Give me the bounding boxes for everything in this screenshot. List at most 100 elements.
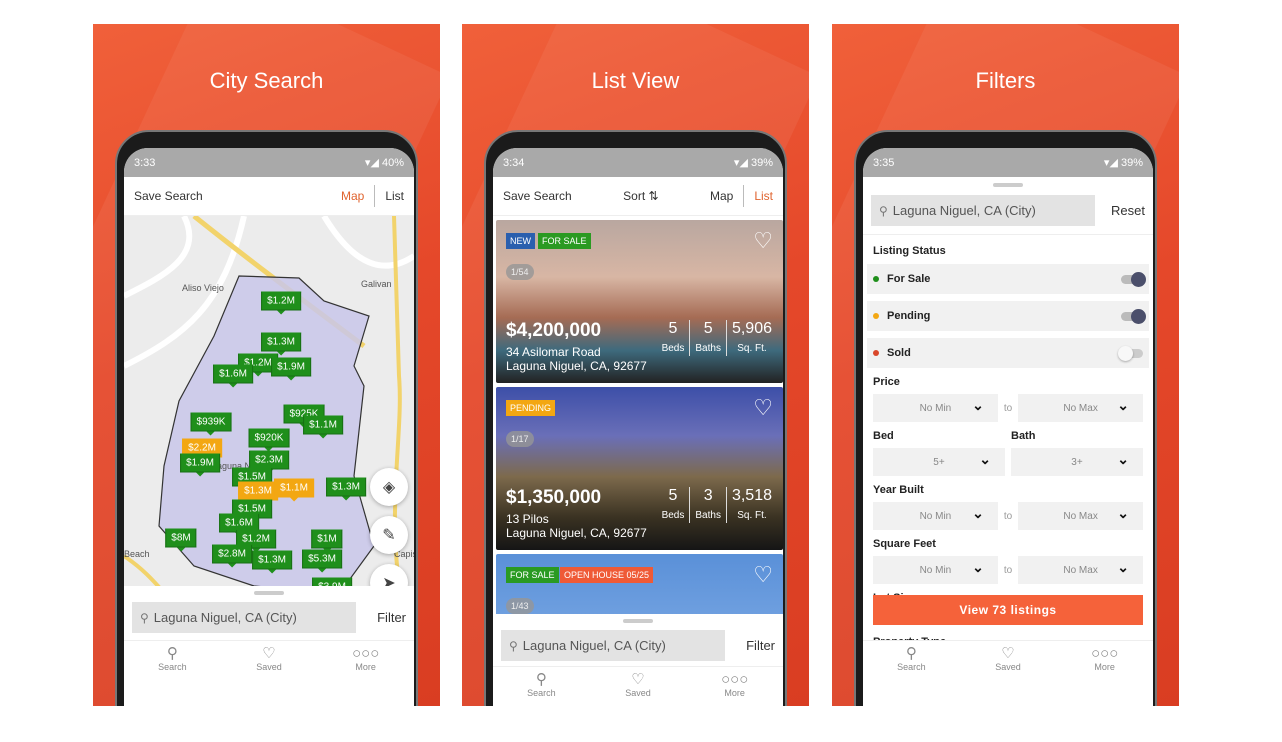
year-min-select[interactable]: No Min xyxy=(873,502,998,530)
battery: 39% xyxy=(750,157,773,169)
sort-button[interactable]: Sort ⇅ xyxy=(623,189,658,203)
sort-icon: ⇅ xyxy=(648,189,659,203)
map-price-pin[interactable]: $1.9M xyxy=(180,453,220,477)
price-min-select[interactable]: No Min xyxy=(873,394,998,422)
clock: 3:34 xyxy=(503,156,525,169)
search-icon: ⚲ xyxy=(166,645,178,662)
panel-filters: Filters 3:35 ▾◢ 39% ⚲ Laguna Niguel, CA (C… xyxy=(832,24,1179,706)
toggle-switch[interactable] xyxy=(1121,308,1146,324)
section-label: Bed xyxy=(873,430,894,442)
map-price-pin[interactable]: $1.9M xyxy=(271,357,311,381)
drag-handle[interactable] xyxy=(623,619,653,623)
toggle-switch[interactable] xyxy=(1121,271,1146,287)
map-price-pin[interactable]: $8M xyxy=(165,528,197,552)
map-price-pin[interactable]: $1.2M xyxy=(261,291,301,315)
map-view[interactable]: Aliso Viejo Galivan Laguna N Beach Capis… xyxy=(124,216,414,613)
map-label: Galivan xyxy=(361,279,392,289)
map-price-pin[interactable]: $5.3M xyxy=(302,549,342,573)
section-label: Listing Status xyxy=(873,245,946,257)
nav-saved[interactable]: ♡ Saved xyxy=(221,641,318,680)
bath-select[interactable]: 3+ xyxy=(1011,448,1143,476)
heart-icon: ♡ xyxy=(631,671,645,688)
panel-city-search: City Search 3:33 ▾◢ 40% Save Search Map L… xyxy=(93,24,440,706)
nav-search[interactable]: ⚲ Search xyxy=(493,667,590,706)
listing-city: Laguna Niguel, CA, 92677 xyxy=(506,526,647,540)
phone-frame: 3:33 ▾◢ 40% Save Search Map List Aliso Vi… xyxy=(115,130,418,706)
list-tab[interactable]: List xyxy=(754,189,773,203)
save-search-button[interactable]: Save Search xyxy=(134,189,203,203)
sqft-max-select[interactable]: No Max xyxy=(1018,556,1143,584)
sqft: 5,906 xyxy=(731,320,772,337)
clock: 3:33 xyxy=(134,156,156,169)
map-label: Beach xyxy=(124,549,150,559)
heart-icon[interactable]: ♡ xyxy=(753,395,773,421)
wifi-icon: ▾◢ xyxy=(364,157,382,169)
map-price-pin[interactable]: $1.1M xyxy=(303,415,343,439)
bottom-sheet: ⚲ Laguna Niguel, CA (City) Filter xyxy=(124,586,414,646)
search-icon: ⚲ xyxy=(140,610,149,625)
filter-button[interactable]: Filter xyxy=(356,610,406,625)
status-pending[interactable]: Pending xyxy=(867,301,1149,331)
nav-search[interactable]: ⚲ Search xyxy=(124,641,221,680)
section-label: Year Built xyxy=(873,484,924,496)
map-price-pin[interactable]: $1.3M xyxy=(252,550,292,574)
listing-price: $4,200,000 xyxy=(506,320,602,341)
map-price-pin[interactable]: $1.3M xyxy=(238,481,278,505)
drag-handle[interactable] xyxy=(254,591,284,595)
reset-button[interactable]: Reset xyxy=(1095,203,1145,218)
map-price-pin[interactable]: $1.6M xyxy=(213,364,253,388)
nav-more[interactable]: ○○○ More xyxy=(1056,641,1153,680)
map-price-pin[interactable]: $2.8M xyxy=(212,544,252,568)
search-input[interactable]: ⚲ Laguna Niguel, CA (City) xyxy=(501,630,725,661)
panel-list-view: List View 3:34 ▾◢ 39% Save Search Sort ⇅ … xyxy=(462,24,809,706)
search-input[interactable]: ⚲ Laguna Niguel, CA (City) xyxy=(871,195,1095,226)
list-tab[interactable]: List xyxy=(385,189,404,203)
heart-icon[interactable]: ♡ xyxy=(753,228,773,254)
price-max-select[interactable]: No Max xyxy=(1018,394,1143,422)
drag-handle[interactable] xyxy=(993,183,1023,187)
baths: 3 xyxy=(703,487,713,504)
panel-title: List View xyxy=(591,68,680,93)
toggle-switch[interactable] xyxy=(1118,345,1143,361)
bed-select[interactable]: 5+ xyxy=(873,448,1005,476)
search-icon: ⚲ xyxy=(509,638,518,653)
map-price-pin[interactable]: $920K xyxy=(248,428,290,452)
year-max-select[interactable]: No Max xyxy=(1018,502,1143,530)
listing-card[interactable]: NEW FOR SALE 1/54 ♡ $4,200,000 34 Asilom… xyxy=(496,220,783,383)
phone-frame: 3:34 ▾◢ 39% Save Search Sort ⇅ Map List N… xyxy=(484,130,787,706)
beds: 5 xyxy=(668,487,678,504)
map-price-pin[interactable]: $1M xyxy=(311,529,343,553)
map-price-pin[interactable]: $1.3M xyxy=(326,477,366,501)
listing-street: 13 Pilos xyxy=(506,512,549,526)
status-bar: 3:34 ▾◢ 39% xyxy=(493,148,783,177)
status-sold[interactable]: Sold xyxy=(867,338,1149,368)
wifi-icon: ▾◢ xyxy=(733,157,751,169)
heart-icon: ♡ xyxy=(1001,645,1015,662)
map-price-pin[interactable]: $1.3M xyxy=(261,332,301,356)
map-tab[interactable]: Map xyxy=(341,189,364,203)
map-price-pin[interactable]: $939K xyxy=(190,412,232,436)
nav-saved[interactable]: ♡ Saved xyxy=(960,641,1057,680)
phone-frame: 3:35 ▾◢ 39% ⚲ Laguna Niguel, CA (City) Rese… xyxy=(854,130,1157,706)
listing-city: Laguna Niguel, CA, 92677 xyxy=(506,359,647,373)
nav-search[interactable]: ⚲ Search xyxy=(863,641,960,680)
badge-new: NEW xyxy=(506,233,535,249)
pen-icon[interactable]: ✎ xyxy=(370,516,408,554)
map-price-pin[interactable]: $1.1M xyxy=(274,478,314,502)
clock: 3:35 xyxy=(873,156,895,169)
listing-card[interactable]: PENDING 1/17 ♡ $1,350,000 13 Pilos Laguna… xyxy=(496,387,783,550)
view-listings-button[interactable]: View 73 listings xyxy=(873,595,1143,625)
search-input[interactable]: ⚲ Laguna Niguel, CA (City) xyxy=(132,602,356,633)
map-tab[interactable]: Map xyxy=(710,189,733,203)
nav-saved[interactable]: ♡ Saved xyxy=(590,667,687,706)
filter-button[interactable]: Filter xyxy=(725,638,775,653)
sqft-min-select[interactable]: No Min xyxy=(873,556,998,584)
save-search-button[interactable]: Save Search xyxy=(503,189,572,203)
layers-icon[interactable]: ◈ xyxy=(370,468,408,506)
sqft: 3,518 xyxy=(731,487,772,504)
badge-pending: PENDING xyxy=(506,400,556,416)
nav-more[interactable]: ○○○ More xyxy=(317,641,414,680)
heart-icon[interactable]: ♡ xyxy=(753,562,773,588)
nav-more[interactable]: ○○○ More xyxy=(686,667,783,706)
status-for-sale[interactable]: For Sale xyxy=(867,264,1149,294)
